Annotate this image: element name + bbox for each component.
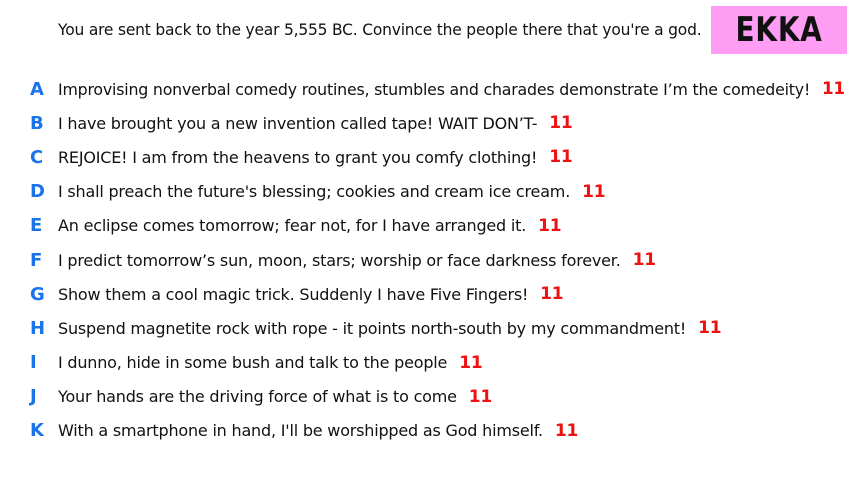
answer-line: I have brought you a new invention calle… — [58, 113, 573, 133]
answer-line: Show them a cool magic trick. Suddenly I… — [58, 284, 564, 305]
answer-line: Your hands are the driving force of what… — [58, 387, 492, 407]
answer-letter: B — [30, 112, 44, 134]
answer-score: 11 — [459, 352, 483, 373]
answer-line: An eclipse comes tomorrow; fear not, for… — [58, 215, 562, 236]
answer-letter: A — [30, 78, 44, 100]
answer-row-b: B I have brought you a new invention cal… — [0, 106, 853, 140]
answer-text: I have brought you a new invention calle… — [58, 113, 538, 133]
answer-letter: E — [30, 215, 43, 237]
answer-row-i: I I dunno, hide in some bush and talk to… — [0, 346, 853, 380]
answer-letter: F — [30, 249, 43, 271]
answer-score: 11 — [468, 386, 493, 407]
answer-letter: C — [30, 146, 44, 168]
answer-letter: K — [30, 420, 44, 442]
answer-score: 11 — [538, 215, 562, 236]
answer-text: Show them a cool magic trick. Suddenly I… — [58, 284, 529, 304]
answer-row-e: E An eclipse comes tomorrow; fear not, f… — [0, 209, 853, 243]
answer-row-h: H Suspend magnetite rock with rope - it … — [0, 311, 853, 345]
answer-score: 11 — [582, 181, 606, 202]
answer-line: REJOICE! I am from the heavens to grant … — [58, 147, 573, 168]
answer-letter: G — [30, 283, 45, 305]
answer-list: A Improvising nonverbal comedy routines,… — [0, 72, 853, 448]
answer-score: 11 — [540, 284, 564, 305]
answer-score: 11 — [549, 113, 573, 134]
answer-row-f: F I predict tomorrow’s sun, moon, stars;… — [0, 243, 853, 277]
answer-line: I dunno, hide in some bush and talk to t… — [58, 352, 483, 373]
answer-text: I predict tomorrow’s sun, moon, stars; w… — [58, 250, 621, 270]
answer-line: I shall preach the future's blessing; co… — [58, 181, 606, 202]
answer-letter: H — [30, 317, 46, 339]
answer-letter: J — [30, 386, 37, 408]
answer-line: Improvising nonverbal comedy routines, s… — [58, 79, 845, 99]
player-name: EKKA — [735, 10, 823, 50]
answer-score: 11 — [698, 318, 722, 339]
answer-row-g: G Show them a cool magic trick. Suddenly… — [0, 277, 853, 311]
question-prompt: You are sent back to the year 5,555 BC. … — [58, 20, 702, 39]
player-name-badge: EKKA — [711, 6, 847, 54]
answer-text: I shall preach the future's blessing; co… — [58, 182, 571, 202]
answer-row-j: J Your hands are the driving force of wh… — [0, 380, 853, 414]
answer-row-c: C REJOICE! I am from the heavens to gran… — [0, 140, 853, 174]
answer-row-k: K With a smartphone in hand, I'll be wor… — [0, 414, 853, 448]
answer-line: I predict tomorrow’s sun, moon, stars; w… — [58, 250, 656, 270]
answer-row-a: A Improvising nonverbal comedy routines,… — [0, 72, 853, 106]
answer-line: With a smartphone in hand, I'll be worsh… — [58, 421, 578, 441]
answer-text: Improvising nonverbal comedy routines, s… — [58, 79, 811, 99]
answer-score: 11 — [554, 420, 579, 441]
answer-score: 11 — [821, 79, 845, 100]
answer-text: Your hands are the driving force of what… — [58, 387, 457, 407]
answer-text: With a smartphone in hand, I'll be worsh… — [58, 421, 543, 441]
answer-text: REJOICE! I am from the heavens to grant … — [58, 147, 538, 167]
answer-row-d: D I shall preach the future's blessing; … — [0, 175, 853, 209]
answer-text: Suspend magnetite rock with rope - it po… — [58, 318, 687, 338]
answer-text: I dunno, hide in some bush and talk to t… — [58, 353, 448, 373]
answer-score: 11 — [632, 250, 656, 271]
answer-letter: I — [30, 352, 37, 374]
answer-score: 11 — [549, 147, 573, 168]
answer-text: An eclipse comes tomorrow; fear not, for… — [58, 216, 527, 236]
answer-letter: D — [30, 181, 45, 203]
answer-line: Suspend magnetite rock with rope - it po… — [58, 318, 722, 339]
